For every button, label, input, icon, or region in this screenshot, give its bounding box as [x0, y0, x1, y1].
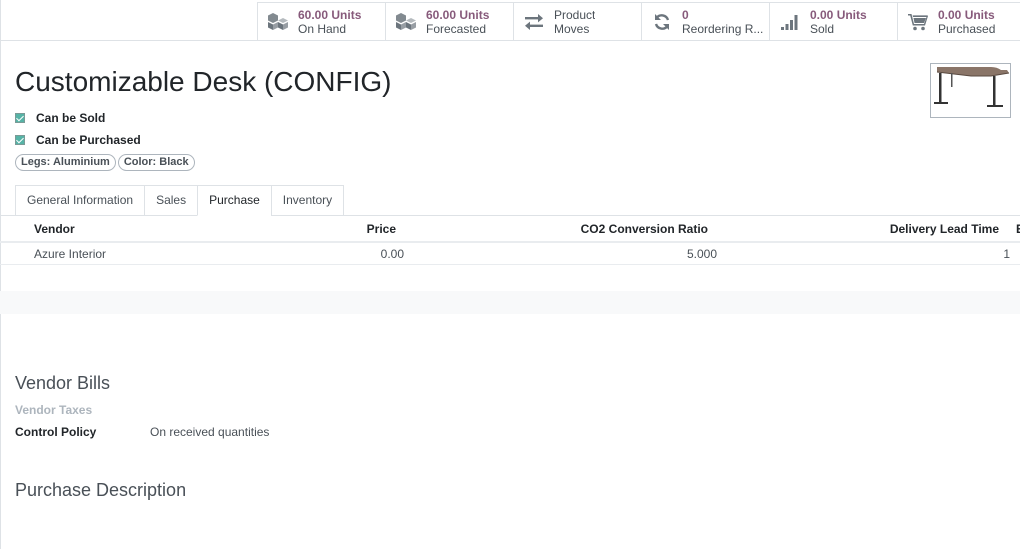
stat-forecasted[interactable]: 60.00 Units Forecasted: [385, 2, 514, 40]
can-be-sold-row: Can be Sold: [15, 111, 105, 125]
purchase-description-title: Purchase Description: [15, 480, 187, 500]
product-image[interactable]: [930, 63, 1011, 118]
stat-sold[interactable]: 0.00 Units Sold: [769, 2, 898, 40]
vendor-bills-title: Vendor Bills: [15, 373, 111, 393]
stat-label: Moves: [554, 21, 590, 36]
stat-label: Forecasted: [426, 21, 487, 36]
stat-label: Reordering R...: [682, 21, 764, 36]
tab-general-information[interactable]: General Information: [15, 185, 145, 216]
vendor-table-header: Vendor Price CO2 Conversion Ratio Delive…: [0, 216, 1020, 241]
vendor-taxes-label: Vendor Taxes: [15, 403, 93, 417]
tab-inventory[interactable]: Inventory: [270, 185, 345, 216]
empty-table-row: [0, 291, 1020, 314]
can-be-purchased-checkbox[interactable]: [15, 135, 25, 145]
column-header-co2-ratio[interactable]: CO2 Conversion Ratio: [581, 222, 708, 236]
stat-value: 60.00 Units: [426, 7, 490, 22]
stat-label: On Hand: [298, 21, 347, 36]
notebook-tabs: General Information Sales Purchase Inven…: [15, 185, 345, 216]
cart-icon: [898, 3, 938, 41]
stat-value: 0.00 Units: [810, 7, 867, 22]
can-be-sold-label: Can be Sold: [36, 111, 106, 125]
product-title[interactable]: Customizable Desk (CONFIG): [15, 66, 392, 98]
tag-legs[interactable]: Legs: Aluminium: [15, 154, 116, 171]
cubes-icon: [258, 3, 298, 41]
stat-purchased[interactable]: 0.00 Units Purchased: [897, 2, 1020, 40]
signal-icon: [770, 3, 810, 41]
form-left-border: [0, 0, 1, 549]
can-be-purchased-label: Can be Purchased: [36, 133, 141, 147]
tag-color[interactable]: Color: Black: [117, 154, 195, 171]
can-be-purchased-row: Can be Purchased: [15, 133, 141, 147]
stat-value: Product: [554, 7, 596, 22]
cubes-icon: [386, 3, 426, 41]
column-header-vendor[interactable]: Vendor: [34, 222, 75, 236]
stat-value: 60.00 Units: [298, 7, 362, 22]
column-header-delivery-lead-time[interactable]: Delivery Lead Time: [890, 222, 999, 236]
tab-purchase[interactable]: Purchase: [197, 185, 271, 216]
control-policy-label: Control Policy: [15, 425, 97, 439]
cell-co2-ratio: 5.000: [686, 247, 717, 261]
refresh-icon: [642, 3, 682, 41]
tab-sales[interactable]: Sales: [144, 185, 198, 216]
exchange-icon: [514, 3, 554, 41]
column-header-price[interactable]: Price: [367, 222, 396, 236]
column-header-overflow: E: [1016, 222, 1020, 236]
stat-label: Sold: [810, 21, 835, 36]
control-policy-value[interactable]: On received quantities: [150, 425, 269, 439]
stat-on-hand[interactable]: 60.00 Units On Hand: [257, 2, 386, 40]
table-row[interactable]: Azure Interior 0.00 5.000 1: [0, 243, 1020, 265]
stat-label: Purchased: [938, 21, 996, 36]
attribute-tags: Legs: Aluminium Color: Black: [15, 154, 195, 171]
stat-product-moves[interactable]: Product Moves: [513, 2, 642, 40]
stat-button-bar: 60.00 Units On Hand 60.00 Units Forecasted…: [0, 0, 1020, 41]
stat-value: 0.00 Units: [938, 7, 995, 22]
cell-delivery-lead-time: 1: [1003, 247, 1010, 261]
stat-reordering-rules[interactable]: 0 Reordering R...: [641, 2, 770, 40]
cell-vendor: Azure Interior: [34, 247, 107, 261]
can-be-sold-checkbox[interactable]: [15, 113, 25, 123]
cell-price: 0.00: [380, 247, 404, 261]
stat-value: 0: [682, 7, 689, 22]
